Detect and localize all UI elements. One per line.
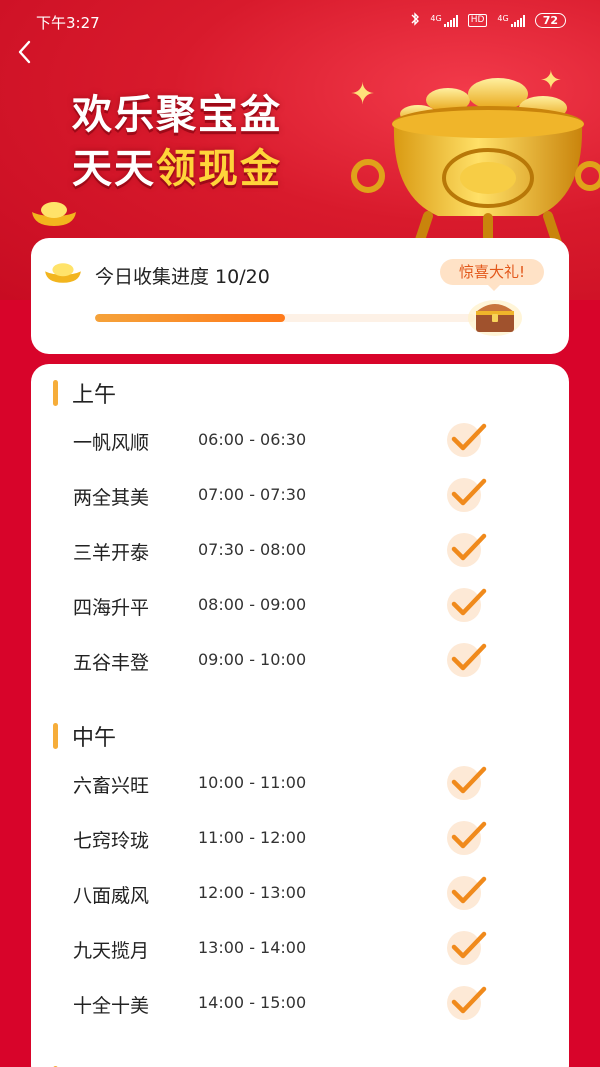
checkmark-icon[interactable] <box>444 763 490 801</box>
progress-label: 今日收集进度 10/20 <box>95 266 270 288</box>
schedule-row: 九天揽月 13:00 - 14:00 <box>73 928 553 968</box>
network-type-1: 4G <box>430 13 442 23</box>
treasure-bowl-illustration <box>351 78 600 251</box>
schedule-row: 一帆风顺 06:00 - 06:30 <box>73 420 553 460</box>
schedule-row: 七窍玲珑 11:00 - 12:00 <box>73 818 553 858</box>
slot-name: 三羊开泰 <box>73 542 150 564</box>
schedule-row: 三羊开泰 07:30 - 08:00 <box>73 530 553 570</box>
gold-ingot-icon <box>32 202 76 226</box>
surprise-gift-tag: 惊喜大礼! <box>440 259 544 291</box>
headline-line-2-gold: 领现金 <box>156 146 282 192</box>
section-title: 上午 <box>72 383 117 408</box>
back-button[interactable] <box>12 38 38 66</box>
status-icons: 4G HD 4G 72 <box>410 12 566 29</box>
headline-line-1: 欢乐聚宝盆 <box>72 92 282 138</box>
slot-name: 九天揽月 <box>73 940 150 962</box>
checkmark-icon[interactable] <box>444 928 490 966</box>
section-header: 中午 <box>53 721 116 751</box>
schedule-row: 五谷丰登 09:00 - 10:00 <box>73 640 553 680</box>
slot-time: 14:00 - 15:00 <box>198 993 307 1012</box>
checkmark-icon[interactable] <box>444 873 490 911</box>
progress-fill <box>95 314 285 322</box>
checkmark-icon[interactable] <box>444 420 490 458</box>
section-accent-bar <box>53 723 58 749</box>
slot-time: 10:00 - 11:00 <box>198 773 307 792</box>
signal-icon-2: 4G <box>497 13 525 27</box>
slot-name: 七窍玲珑 <box>73 830 150 852</box>
battery-indicator: 72 <box>534 13 566 28</box>
schedule-row: 四海升平 08:00 - 09:00 <box>73 585 553 625</box>
headline-line-2: 天天领现金 <box>72 142 282 196</box>
headline-line-2-white: 天天 <box>72 146 156 192</box>
checkmark-icon[interactable] <box>444 585 490 623</box>
schedule-row: 两全其美 07:00 - 07:30 <box>73 475 553 515</box>
checkmark-icon[interactable] <box>444 983 490 1021</box>
slot-time: 12:00 - 13:00 <box>198 883 307 902</box>
slot-time: 08:00 - 09:00 <box>198 595 307 614</box>
back-chevron-icon <box>18 40 31 64</box>
schedule-row: 八面威风 12:00 - 13:00 <box>73 873 553 913</box>
slot-name: 两全其美 <box>73 487 150 509</box>
section-title: 中午 <box>72 726 117 751</box>
treasure-chest-icon[interactable] <box>467 292 523 338</box>
slot-time: 11:00 - 12:00 <box>198 828 307 847</box>
checkmark-icon[interactable] <box>444 530 490 568</box>
schedule-row: 十全十美 14:00 - 15:00 <box>73 983 553 1023</box>
section-title: 下午 <box>72 1063 116 1067</box>
gold-ingot-icon <box>45 263 81 283</box>
section-accent-bar <box>53 380 58 406</box>
hd-badge: HD <box>467 14 488 27</box>
schedule-row: 六畜兴旺 10:00 - 11:00 <box>73 763 553 803</box>
slot-name: 四海升平 <box>73 597 150 619</box>
slot-time: 09:00 - 10:00 <box>198 650 307 669</box>
slot-time: 07:30 - 08:00 <box>198 540 307 559</box>
slot-time: 07:00 - 07:30 <box>198 485 307 504</box>
progress-card: 今日收集进度 10/20 惊喜大礼! <box>31 238 569 354</box>
slot-name: 十全十美 <box>73 995 150 1017</box>
status-bar: 下午3:27 4G HD 4G 72 <box>0 0 600 40</box>
checkmark-icon[interactable] <box>444 475 490 513</box>
slot-name: 六畜兴旺 <box>73 775 150 797</box>
section-header: 上午 <box>53 378 116 408</box>
bluetooth-icon <box>410 12 420 29</box>
schedule-card: 上午一帆风顺 06:00 - 06:30 两全其美 07:00 - 07:30 三羊开泰… <box>31 364 569 1067</box>
checkmark-icon[interactable] <box>444 818 490 856</box>
slot-time: 13:00 - 14:00 <box>198 938 307 957</box>
checkmark-icon[interactable] <box>444 640 490 678</box>
progress-track <box>95 314 475 322</box>
network-type-2: 4G <box>497 13 509 23</box>
slot-name: 五谷丰登 <box>73 652 150 674</box>
status-time: 下午3:27 <box>36 14 100 32</box>
signal-icon-1: 4G <box>430 13 458 27</box>
slot-time: 06:00 - 06:30 <box>198 430 307 449</box>
slot-name: 一帆风顺 <box>73 432 150 454</box>
slot-name: 八面威风 <box>73 885 150 907</box>
page-headline: 欢乐聚宝盆 天天领现金 <box>72 88 282 196</box>
